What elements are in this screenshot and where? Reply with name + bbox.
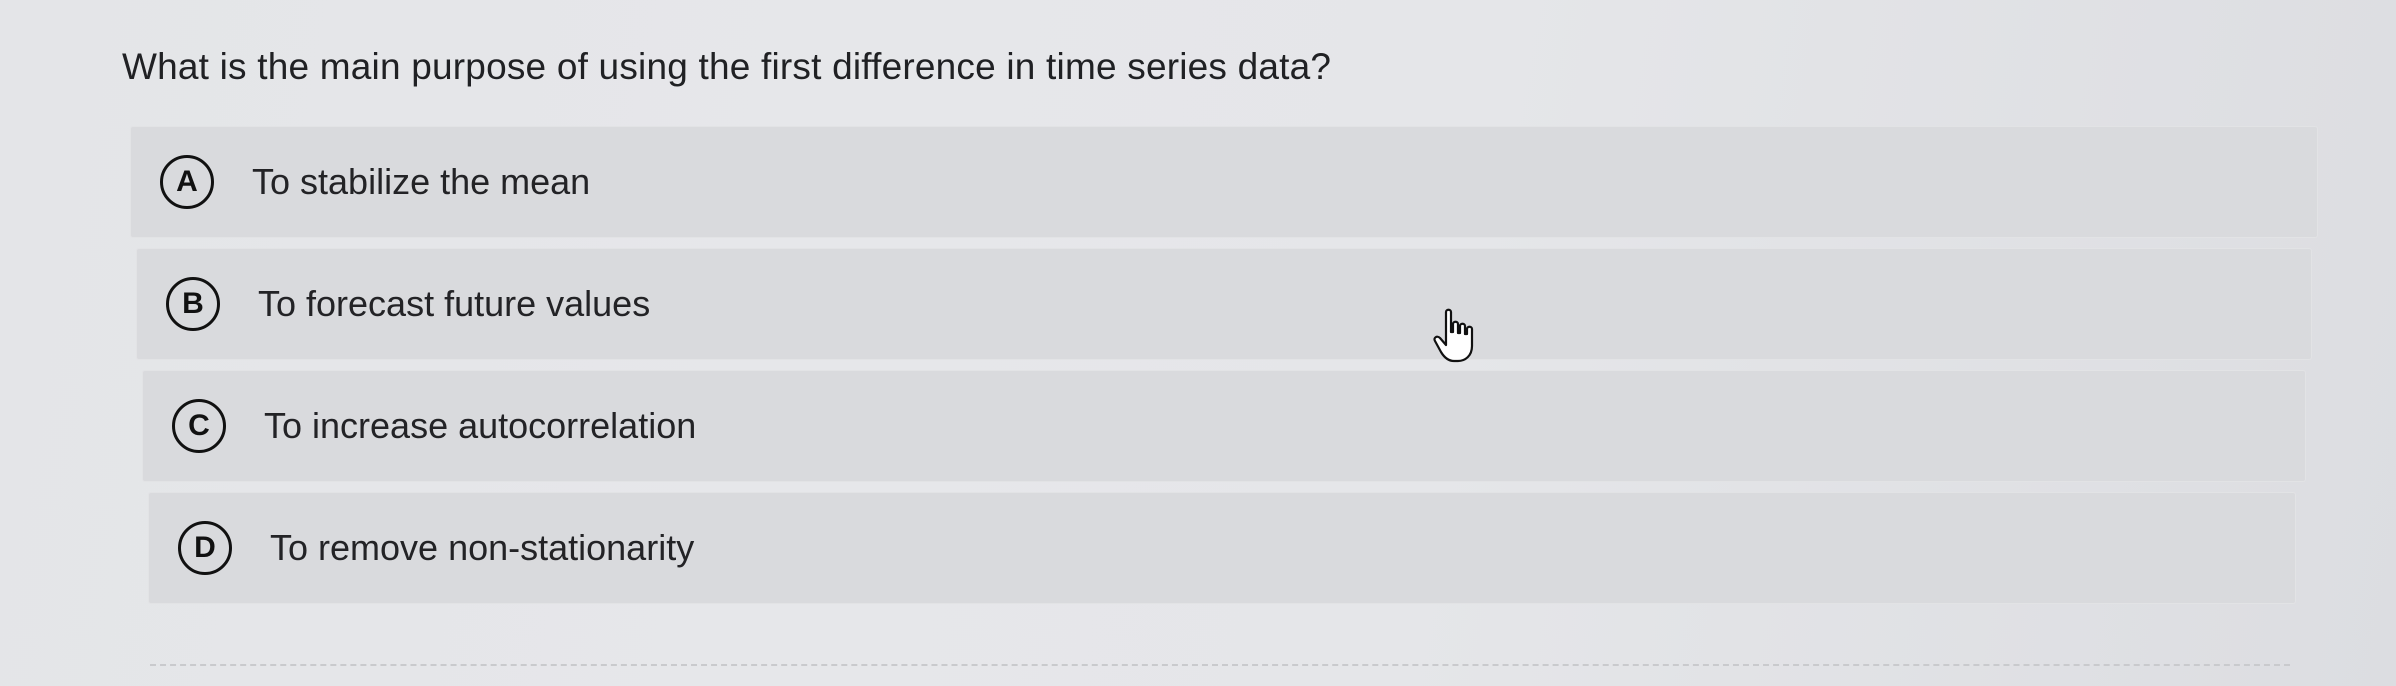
option-label: To increase autocorrelation (264, 405, 697, 446)
option-b[interactable]: B To forecast future values (136, 248, 2312, 360)
option-letter-badge: A (160, 155, 214, 209)
option-label: To stabilize the mean (252, 161, 591, 202)
divider (150, 664, 2290, 666)
question-container: What is the main purpose of using the fi… (0, 0, 2396, 686)
hand-pointer-icon (1433, 308, 1474, 363)
option-label: To remove non-stationarity (270, 527, 695, 568)
option-c[interactable]: C To increase autocorrelation (142, 370, 2306, 482)
option-letter-badge: C (172, 399, 226, 453)
question-text: What is the main purpose of using the fi… (122, 46, 1332, 87)
answer-options: A To stabilize the mean B To forecast fu… (130, 126, 2320, 614)
option-letter-badge: B (166, 277, 220, 331)
option-a[interactable]: A To stabilize the mean (130, 126, 2318, 238)
option-label: To forecast future values (258, 283, 651, 324)
option-letter-badge: D (178, 521, 232, 575)
option-d[interactable]: D To remove non-stationarity (148, 492, 2296, 604)
